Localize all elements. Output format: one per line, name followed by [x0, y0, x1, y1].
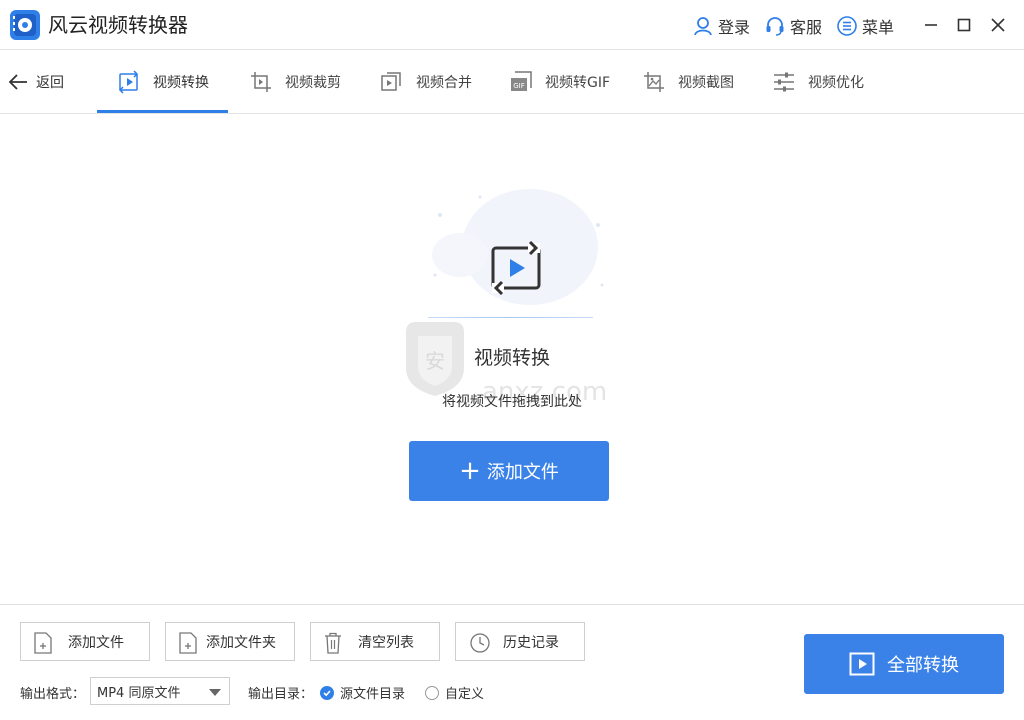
video-convert-icon — [118, 70, 139, 94]
close-button[interactable] — [986, 13, 1010, 37]
drop-zone[interactable]: 安 anxz.com 视频转换 将视频文件拖拽到此处 + 添加文件 — [0, 115, 1024, 605]
video-screenshot-icon — [644, 72, 664, 92]
headset-icon — [766, 17, 784, 36]
convert-all-button[interactable]: 全部转换 — [804, 634, 1004, 694]
menu-label: 菜单 — [862, 18, 895, 37]
support-label: 客服 — [790, 18, 823, 37]
caret-down-icon — [209, 689, 221, 696]
drop-zone-subtitle: 将视频文件拖拽到此处 — [442, 394, 582, 410]
active-tab-indicator — [97, 110, 228, 113]
tab-video-crop[interactable]: 视频裁剪 — [249, 50, 341, 114]
tab-video-convert[interactable]: 视频转换 — [117, 50, 209, 114]
support-button[interactable]: 客服 — [764, 14, 822, 38]
tab-video-merge[interactable]: 视频合并 — [380, 50, 472, 114]
output-format-select[interactable]: MP4 同原文件 — [90, 677, 230, 705]
radio-label: 自定义 — [445, 687, 485, 702]
login-label: 登录 — [718, 18, 751, 37]
svg-text:GIF: GIF — [513, 82, 525, 90]
plus-icon: + — [459, 456, 481, 486]
video-optimize-icon — [774, 72, 794, 92]
video-merge-icon — [381, 72, 401, 91]
tab-label: 视频优化 — [808, 75, 864, 91]
output-dir-label: 输出目录： — [248, 687, 314, 702]
add-folder-button[interactable]: 添加文件夹 — [165, 622, 295, 661]
play-box-icon — [849, 652, 875, 676]
app-title: 风云视频转换器 — [48, 13, 188, 37]
bottom-toolbar: 添加文件 添加文件夹 清空列表 历史记录 输出格式： MP4 同原文件 输出目录… — [0, 604, 1024, 720]
close-icon — [991, 18, 1005, 32]
button-label: 添加文件夹 — [206, 634, 276, 651]
arrow-left-icon — [8, 74, 27, 90]
user-icon — [694, 17, 712, 36]
add-file-button[interactable]: + 添加文件 — [409, 441, 609, 501]
video-convert-large-icon — [491, 240, 541, 295]
drop-zone-title: 视频转换 — [473, 347, 550, 369]
title-bar: 风云视频转换器 登录 客服 菜单 — [0, 0, 1024, 50]
login-button[interactable]: 登录 — [692, 14, 750, 38]
radio-source-dir[interactable]: 源文件目录 — [320, 683, 405, 702]
output-format-label: 输出格式： — [20, 687, 86, 702]
tab-label: 视频截图 — [678, 75, 734, 91]
history-button[interactable]: 历史记录 — [455, 622, 585, 661]
menu-button[interactable]: 菜单 — [836, 14, 894, 38]
minimize-icon — [925, 24, 937, 26]
tab-label: 视频转换 — [153, 75, 209, 91]
maximize-button[interactable] — [952, 13, 976, 37]
app-logo-icon — [10, 10, 40, 40]
tab-bar: 返回 视频转换 视频裁剪 视频合并 GIF 视频转GIF 视频截图 视频优化 — [0, 50, 1024, 114]
add-file-label: 添加文件 — [486, 462, 559, 483]
tab-label: 视频转GIF — [545, 75, 611, 91]
convert-all-label: 全部转换 — [887, 655, 959, 676]
tab-video-screenshot[interactable]: 视频截图 — [642, 50, 734, 114]
tab-video-optimize[interactable]: 视频优化 — [772, 50, 864, 114]
radio-checked-icon — [320, 685, 334, 700]
radio-label: 源文件目录 — [340, 687, 406, 702]
radio-unchecked-icon — [425, 685, 439, 700]
video-gif-icon: GIF — [511, 71, 532, 91]
hero-divider — [428, 317, 593, 318]
tab-label: 视频合并 — [416, 75, 472, 91]
add-file-small-button[interactable]: 添加文件 — [20, 622, 150, 661]
tab-video-gif[interactable]: GIF 视频转GIF — [509, 50, 610, 114]
maximize-icon — [957, 18, 971, 32]
button-label: 清空列表 — [358, 634, 414, 651]
radio-custom-dir[interactable]: 自定义 — [425, 683, 484, 702]
button-label: 历史记录 — [503, 634, 559, 651]
back-label: 返回 — [36, 75, 64, 91]
button-label: 添加文件 — [68, 634, 124, 651]
tab-label: 视频裁剪 — [285, 75, 341, 91]
output-format-value: MP4 同原文件 — [97, 685, 181, 701]
back-button[interactable]: 返回 — [8, 70, 64, 94]
video-crop-icon — [251, 72, 271, 92]
menu-icon — [837, 16, 857, 36]
clear-list-button[interactable]: 清空列表 — [310, 622, 440, 661]
minimize-button[interactable] — [919, 13, 943, 37]
